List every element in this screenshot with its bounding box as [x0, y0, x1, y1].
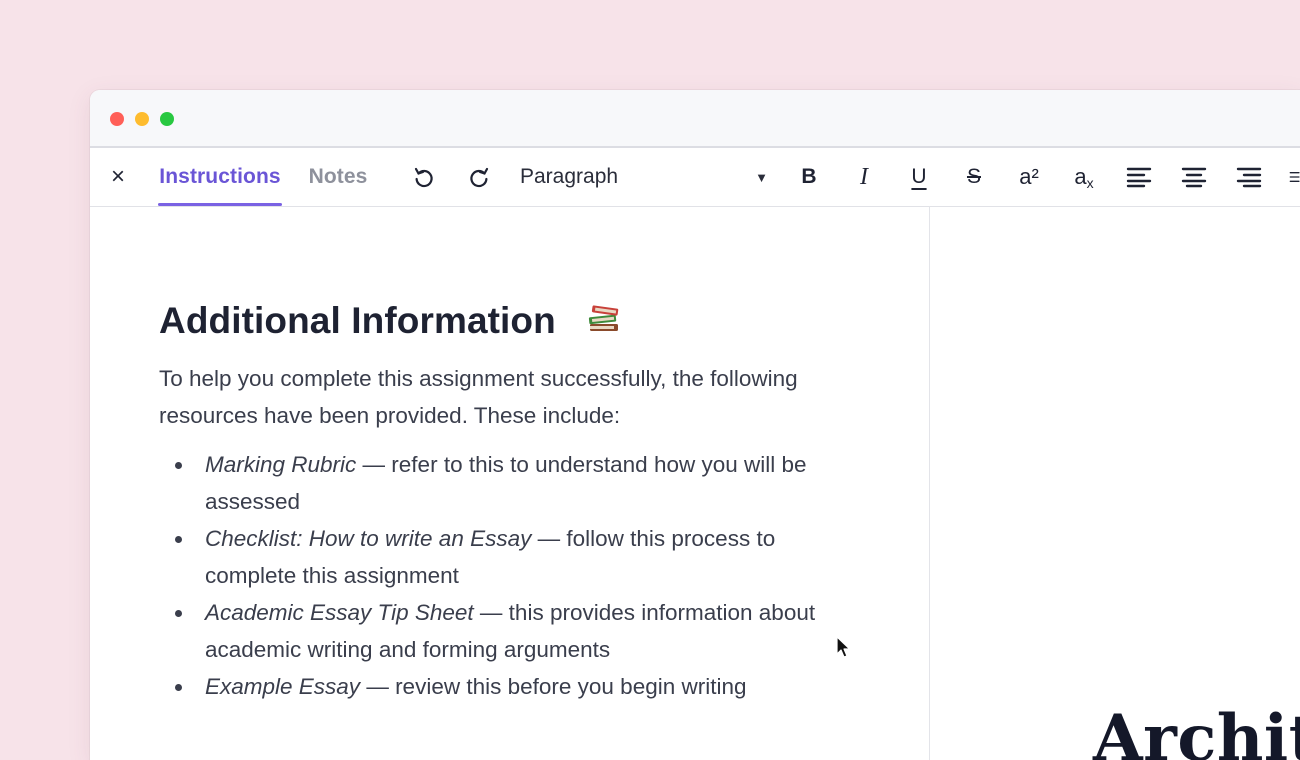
- align-left-icon[interactable]: [1122, 148, 1156, 206]
- preview-cover-title: Archite: [1093, 701, 1300, 760]
- list-item: Example Essay — review this before you b…: [175, 668, 859, 705]
- minimize-window-dot[interactable]: [135, 112, 149, 126]
- title-bar: [90, 90, 1300, 148]
- resource-title: Checklist: How to write an Essay: [205, 526, 532, 551]
- align-right-icon[interactable]: [1232, 148, 1266, 206]
- tab-notes[interactable]: Notes: [307, 148, 369, 206]
- redo-icon[interactable]: [462, 148, 496, 206]
- numbered-list-icon[interactable]: [1286, 148, 1300, 206]
- list-item: Academic Essay Tip Sheet — this provides…: [175, 594, 859, 668]
- close-icon[interactable]: ×: [104, 148, 132, 206]
- subscript-button[interactable]: ax: [1067, 148, 1101, 206]
- resource-list: Marking Rubric — refer to this to unders…: [159, 446, 859, 705]
- bold-button[interactable]: B: [792, 148, 826, 206]
- maximize-window-dot[interactable]: [160, 112, 174, 126]
- mouse-cursor-icon: [836, 636, 852, 665]
- document-heading: Additional Information: [159, 296, 859, 346]
- italic-button[interactable]: I: [847, 148, 881, 206]
- block-style-dropdown[interactable]: Paragraph ▼: [520, 148, 768, 206]
- intro-paragraph: To help you complete this assignment suc…: [159, 366, 798, 428]
- block-style-value: Paragraph: [520, 165, 619, 188]
- superscript-button[interactable]: a²: [1012, 148, 1046, 206]
- editor-window: × Instructions Notes Paragraph ▼ B I U S…: [90, 90, 1300, 760]
- resource-title: Example Essay: [205, 674, 361, 699]
- list-item: Marking Rubric — refer to this to unders…: [175, 446, 859, 520]
- underline-button[interactable]: U: [902, 148, 936, 206]
- list-item: Checklist: How to write an Essay — follo…: [175, 520, 859, 594]
- document-body[interactable]: Additional Information To help you compl…: [159, 296, 859, 705]
- editor-content: Additional Information To help you compl…: [90, 206, 1300, 760]
- close-window-dot[interactable]: [110, 112, 124, 126]
- resource-title: Marking Rubric: [205, 452, 357, 477]
- resource-desc: — review this before you begin writing: [360, 674, 747, 699]
- align-center-icon[interactable]: [1177, 148, 1211, 206]
- preview-pane: Archite: [930, 206, 1300, 760]
- undo-icon[interactable]: [407, 148, 441, 206]
- heading-text: Additional Information: [159, 300, 556, 341]
- tab-instructions[interactable]: Instructions: [158, 148, 282, 206]
- editor-toolbar: × Instructions Notes Paragraph ▼ B I U S…: [90, 148, 1300, 207]
- subscript-sub: x: [1086, 175, 1094, 191]
- subscript-base: a: [1074, 164, 1087, 189]
- strikethrough-button[interactable]: S: [957, 148, 991, 206]
- instructions-pane: Additional Information To help you compl…: [90, 206, 930, 760]
- resource-title: Academic Essay Tip Sheet: [205, 600, 474, 625]
- chevron-down-icon: ▼: [755, 169, 768, 185]
- books-icon: [586, 299, 622, 344]
